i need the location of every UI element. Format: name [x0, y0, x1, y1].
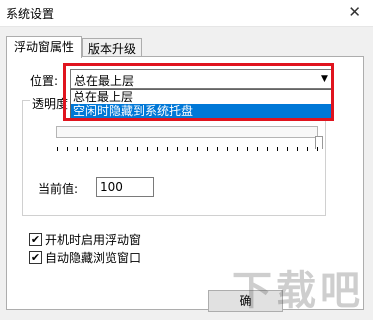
slider-tick: [247, 147, 248, 151]
slider-tick: [237, 147, 238, 151]
position-label: 位置:: [30, 74, 59, 88]
checkbox-auto-hide-label: 自动隐藏浏览窗口: [45, 251, 142, 265]
slider-tick: [137, 147, 138, 151]
slider-tick: [277, 147, 278, 151]
title-bar: 系统设置 ✕: [0, 0, 373, 27]
slider-tick: [187, 147, 188, 151]
slider-tick: [67, 147, 68, 151]
slider-tick: [207, 147, 208, 151]
slider-tick: [87, 147, 88, 151]
current-value-label: 当前值:: [38, 182, 79, 196]
close-icon[interactable]: ✕: [348, 3, 361, 21]
slider-ticks: [57, 147, 319, 153]
slider-tick: [267, 147, 268, 151]
current-value-input[interactable]: 100: [96, 177, 154, 197]
slider-tick: [117, 147, 118, 151]
slider-tick: [307, 147, 308, 151]
checkbox-startup-enable-label: 开机时启用浮动窗: [45, 233, 142, 247]
slider-tick: [177, 147, 178, 151]
slider-tick: [317, 147, 318, 151]
slider-tick: [107, 147, 108, 151]
slider-tick: [57, 147, 58, 151]
slider-tick: [287, 147, 288, 151]
highlight-annotation-box: [63, 63, 334, 121]
slider-tick: [157, 147, 158, 151]
slider-tick: [257, 147, 258, 151]
slider-tick: [127, 147, 128, 151]
checkbox-auto-hide[interactable]: ✔: [29, 251, 42, 264]
slider-tick: [167, 147, 168, 151]
transparency-slider-track[interactable]: [56, 126, 318, 138]
slider-tick: [147, 147, 148, 151]
tab-floating-window[interactable]: 浮动窗属性: [6, 36, 82, 58]
watermark-logo: 下载吧: [232, 268, 364, 314]
window-title: 系统设置: [6, 7, 55, 21]
slider-tick: [297, 147, 298, 151]
tab-version-upgrade[interactable]: 版本升级: [82, 38, 142, 58]
checkbox-startup-enable[interactable]: ✔: [29, 233, 42, 246]
slider-tick: [227, 147, 228, 151]
slider-tick: [197, 147, 198, 151]
slider-tick: [97, 147, 98, 151]
slider-tick: [77, 147, 78, 151]
slider-tick: [217, 147, 218, 151]
